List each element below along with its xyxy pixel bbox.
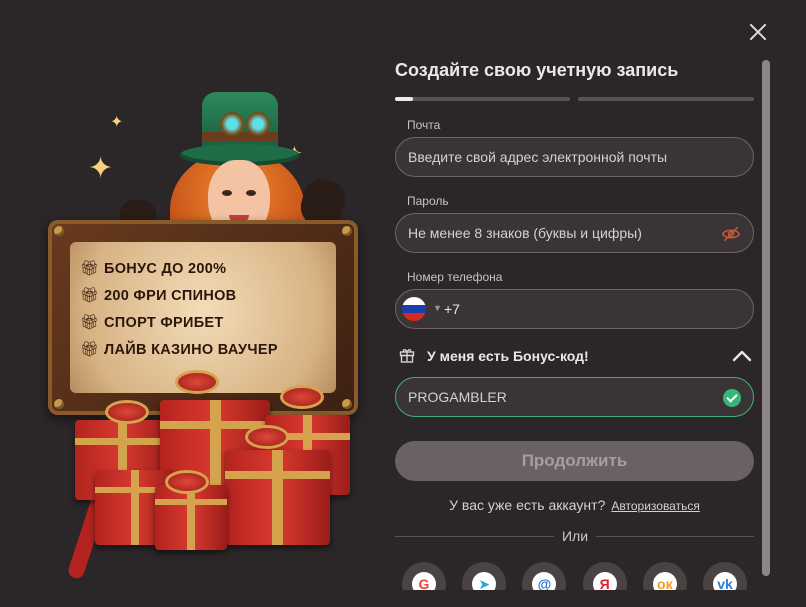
phone-field[interactable]: ▼ +7 — [395, 289, 754, 329]
phone-country-code: +7 — [444, 301, 460, 317]
scrollbar-thumb[interactable] — [762, 60, 770, 576]
promo-illustration: ✦ ✦ ✦ ✦ 🎁︎ БОНУС ДО — [40, 80, 370, 581]
gift-icon: 🎁︎ — [80, 287, 100, 304]
password-placeholder: Не менее 8 знаков (буквы и цифры) — [408, 225, 642, 241]
hat-icon — [180, 92, 300, 167]
gift-icon: 🎁︎ — [80, 341, 100, 358]
bow-icon — [280, 385, 324, 409]
email-placeholder: Введите свой адрес электронной почты — [408, 149, 668, 165]
login-link[interactable]: Авторизоваться — [611, 499, 699, 513]
bow-icon — [175, 370, 219, 394]
continue-button[interactable]: Продолжить — [395, 441, 754, 481]
bonus-text: БОНУС ДО 200% — [104, 261, 227, 277]
gift-box-icon — [225, 450, 330, 545]
check-circle-icon — [723, 389, 741, 407]
password-label: Пароль — [407, 194, 449, 208]
form-title: Создайте свою учетную запись — [395, 60, 679, 80]
sparkle-icon: ✦ — [110, 114, 124, 131]
scroll-clip — [390, 590, 762, 607]
password-field[interactable]: Не менее 8 знаков (буквы и цифры) — [395, 213, 754, 253]
eye-off-icon[interactable] — [721, 224, 741, 244]
bonus-text: СПОРТ ФРИБЕТ — [104, 315, 224, 331]
bonus-text: ЛАЙВ КАЗИНО ВАУЧЕР — [104, 342, 278, 358]
have-account-text: У вас уже есть аккаунт? — [449, 497, 606, 513]
chevron-down-icon[interactable]: ▼ — [433, 303, 442, 313]
gift-icon: 🎁︎ — [80, 260, 100, 277]
promo-code-input[interactable]: PROGAMBLER — [395, 377, 754, 417]
chevron-up-icon[interactable] — [732, 347, 752, 363]
or-label: Или — [554, 528, 596, 544]
login-prompt: У вас уже есть аккаунт? Авторизоваться — [395, 497, 754, 513]
bow-icon — [165, 470, 209, 494]
close-icon[interactable] — [746, 20, 770, 44]
email-label: Почта — [407, 118, 441, 132]
bow-icon — [245, 425, 289, 449]
promo-code-value: PROGAMBLER — [408, 389, 507, 405]
email-field[interactable]: Введите свой адрес электронной почты — [395, 137, 754, 177]
bonus-line: 🎁︎ 200 ФРИ СПИНОВ — [80, 287, 326, 305]
step-progress — [395, 97, 754, 101]
registration-modal: ✦ ✦ ✦ ✦ 🎁︎ БОНУС ДО — [0, 0, 806, 607]
bow-icon — [105, 400, 149, 424]
gift-box-icon — [155, 485, 227, 550]
russia-flag-icon[interactable] — [402, 297, 426, 321]
bonus-line: 🎁︎ БОНУС ДО 200% — [80, 260, 326, 278]
promo-code-toggle[interactable]: У меня есть Бонус-код! — [395, 345, 754, 369]
gift-icon: 🎁︎ — [80, 314, 100, 331]
scrollbar[interactable] — [762, 60, 770, 576]
step-1-indicator — [395, 97, 570, 101]
gift-icon — [399, 349, 415, 363]
bonus-text: 200 ФРИ СПИНОВ — [104, 288, 237, 304]
sparkle-icon: ✦ — [88, 152, 114, 185]
phone-label: Номер телефона — [407, 270, 503, 284]
promo-code-label: У меня есть Бонус-код! — [427, 348, 589, 364]
bonus-line: 🎁︎ ЛАЙВ КАЗИНО ВАУЧЕР — [80, 341, 326, 359]
bonus-line: 🎁︎ СПОРТ ФРИБЕТ — [80, 314, 326, 332]
step-2-indicator — [578, 97, 754, 101]
